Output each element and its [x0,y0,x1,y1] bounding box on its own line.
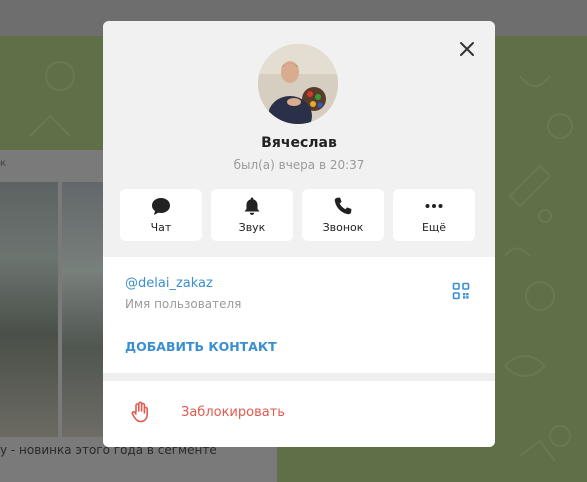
section-divider [103,373,495,381]
avatar[interactable] [258,44,338,124]
username-label: Имя пользователя [125,297,242,311]
user-info-dialog: Вячеслав был(а) вчера в 20:37 Чат Звук З… [103,21,495,447]
message-photo [0,182,58,437]
block-user-button[interactable]: Заблокировать [103,381,495,447]
sound-button[interactable]: Звук [211,189,293,241]
block-user-label: Заблокировать [181,405,285,420]
call-button-label: Звонок [322,221,364,234]
hand-stop-icon [131,401,148,423]
message-text-fragment: к [0,158,7,169]
message-photos [0,182,120,437]
more-button[interactable]: Ещё [393,189,475,241]
close-button[interactable] [457,39,477,59]
chat-icon [152,198,170,215]
chat-button-label: Чат [150,221,172,234]
profile-name: Вячеслав [261,135,337,151]
sound-button-label: Звук [238,221,266,234]
more-icon [425,204,443,208]
more-button-label: Ещё [421,221,447,234]
avatar-photo [258,44,338,124]
call-button[interactable]: Звонок [302,189,384,241]
qr-code-button[interactable] [452,282,470,300]
last-seen-status: был(а) вчера в 20:37 [233,158,365,172]
profile-header: Вячеслав был(а) вчера в 20:37 Чат Звук З… [103,21,495,257]
bell-icon [244,197,260,215]
chat-button[interactable]: Чат [120,189,202,241]
add-contact-button[interactable]: ДОБАВИТЬ КОНТАКТ [125,339,277,354]
qr-code-icon [452,282,470,300]
phone-icon [334,197,352,215]
profile-actions: Чат Звук Звонок Ещё [120,189,476,241]
username-value[interactable]: @delai_zakaz [125,276,213,291]
profile-info-section: @delai_zakaz Имя пользователя ДОБАВИТЬ К… [103,257,495,373]
close-icon [460,42,474,56]
